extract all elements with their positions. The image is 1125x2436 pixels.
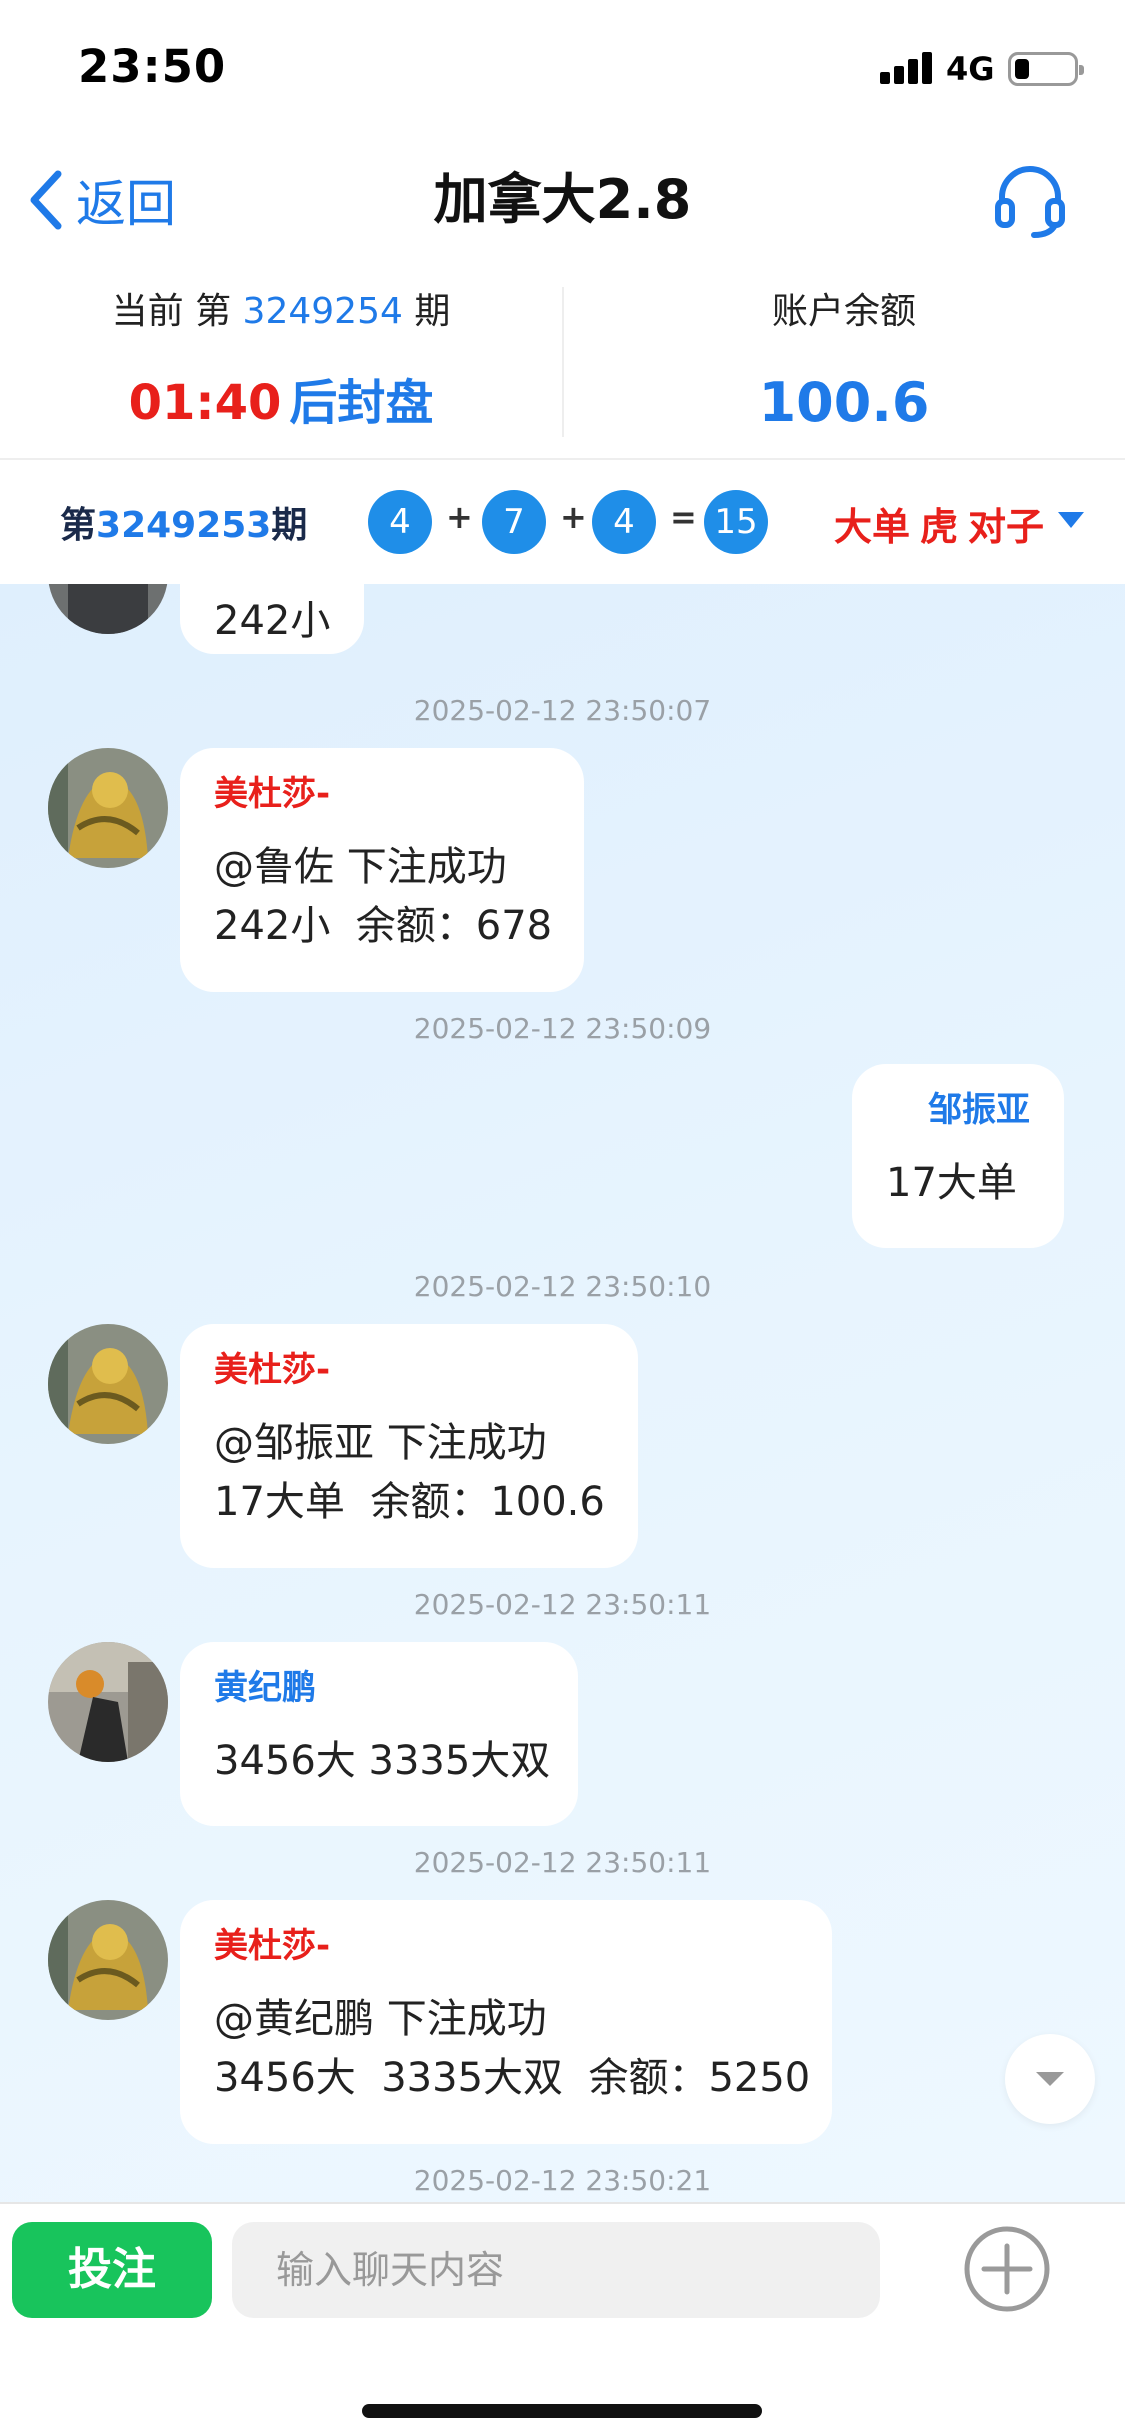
chat-screen: 23:50 4G 返回 加拿大2.8 当前 第 3249254 期 01:40 后… (0, 0, 1125, 2436)
scroll-down-button[interactable] (1005, 2034, 1095, 2124)
current-period-number: 3249254 (242, 291, 403, 332)
chat-area[interactable]: 242小 2025-02-12 23:50:07 美杜莎- @鲁佐 下注成功 2… (0, 584, 1125, 2202)
input-bar: 投注 (0, 2202, 1125, 2436)
last-period-number: 3249253 (96, 505, 272, 546)
message-timestamp: 2025-02-12 23:50:11 (413, 1588, 712, 1621)
sender-name: 美杜莎- (214, 774, 331, 814)
countdown-timer: 01:40 (128, 375, 282, 431)
message-bubble: 美杜莎- @邹振亚 下注成功 17大单 余额：100.6 (180, 1324, 638, 1568)
message-line: 17大单 (886, 1160, 1017, 1206)
signal-icon (880, 52, 934, 84)
current-prefix: 当前 第 (111, 291, 243, 332)
message-line: @黄纪鹏 下注成功 (214, 1996, 547, 2042)
result-ball-3: 4 (592, 490, 656, 554)
result-sum-ball: 15 (704, 490, 768, 554)
equals-sign: = (670, 498, 697, 536)
sender-name: 美杜莎- (214, 1926, 331, 1966)
last-period-suffix: 期 (271, 505, 308, 546)
bet-button[interactable]: 投注 (12, 2222, 212, 2318)
message-line: 3456大 3335大双 余额：5250 (214, 2055, 811, 2101)
current-period-label: 当前 第 3249254 期 (0, 287, 562, 337)
message-line: 3456大 3335大双 (214, 1738, 551, 1784)
message-line: @鲁佐 下注成功 (214, 844, 507, 890)
countdown-row: 01:40 后封盘 (0, 370, 562, 436)
customer-service-icon[interactable] (990, 159, 1070, 239)
result-tag: 对子 (968, 505, 1045, 549)
message-bubble: 美杜莎- @鲁佐 下注成功 242小 余额：678 (180, 748, 584, 992)
last-period: 第3249253期 (60, 496, 307, 548)
chat-input[interactable] (232, 2222, 880, 2318)
back-label: 返回 (76, 175, 176, 233)
message-timestamp: 2025-02-12 23:50:07 (413, 694, 712, 727)
message-bubble: 黄纪鹏 3456大 3335大双 (180, 1642, 578, 1826)
expand-triangle-icon[interactable] (1058, 512, 1084, 528)
result-ball-1: 4 (368, 490, 432, 554)
current-suffix: 期 (402, 291, 451, 332)
sender-name: 邹振亚 (928, 1090, 1030, 1130)
network-type: 4G (946, 50, 995, 88)
avatar-medusa[interactable] (48, 1900, 168, 2020)
back-button[interactable]: 返回 (24, 165, 176, 235)
balance-value: 100.6 (758, 371, 930, 434)
current-round: 当前 第 3249254 期 01:40 后封盘 (0, 265, 562, 460)
message-timestamp: 2025-02-12 23:50:10 (413, 1270, 712, 1303)
sender-name: 美杜莎- (214, 1350, 331, 1390)
message-timestamp: 2025-02-12 23:50:11 (413, 1846, 712, 1879)
result-ball-2: 7 (482, 490, 546, 554)
message-line: 17大单 余额：100.6 (214, 1479, 605, 1525)
message-bubble-own: 邹振亚 17大单 (852, 1064, 1064, 1248)
battery-icon (1008, 52, 1084, 86)
plus-icon[interactable] (962, 2224, 1052, 2314)
plus-sign: + (446, 498, 473, 536)
last-result-bar[interactable]: 第3249253期 4 + 7 + 4 = 15 大单虎对子 (0, 462, 1125, 584)
avatar-huang[interactable] (48, 1642, 168, 1762)
home-indicator (362, 2404, 762, 2418)
result-tags: 大单虎对子 (834, 496, 1054, 551)
message-bubble: 美杜莎- @黄纪鹏 下注成功 3456大 3335大双 余额：5250 (180, 1900, 832, 2144)
status-bar: 23:50 4G (0, 0, 1125, 135)
chevron-left-icon (30, 170, 62, 230)
nav-bar: 返回 加拿大2.8 (0, 135, 1125, 265)
message-line: @邹振亚 下注成功 (214, 1420, 547, 1466)
message-timestamp: 2025-02-12 23:50:21 (413, 2164, 712, 2197)
avatar-medusa[interactable] (48, 1324, 168, 1444)
account-balance: 账户余额 100.6 (563, 265, 1125, 460)
message-timestamp: 2025-02-12 23:50:09 (413, 1012, 712, 1045)
sender-name: 黄纪鹏 (214, 1668, 316, 1708)
avatar-medusa[interactable] (48, 748, 168, 868)
round-info-panel: 当前 第 3249254 期 01:40 后封盘 账户余额 100.6 (0, 265, 1125, 460)
close-label: 后封盘 (289, 375, 434, 431)
message-text: 242小 (214, 598, 331, 644)
message-line: 242小 余额：678 (214, 903, 553, 949)
plus-sign: + (560, 498, 587, 536)
result-tag: 大单 (834, 505, 911, 549)
balance-label: 账户余额 (771, 291, 916, 332)
last-period-prefix: 第 (60, 505, 97, 546)
avatar[interactable] (48, 584, 168, 634)
message-bubble: 242小 (180, 584, 364, 654)
status-time: 23:50 (78, 40, 227, 93)
result-tag: 虎 (920, 505, 959, 549)
